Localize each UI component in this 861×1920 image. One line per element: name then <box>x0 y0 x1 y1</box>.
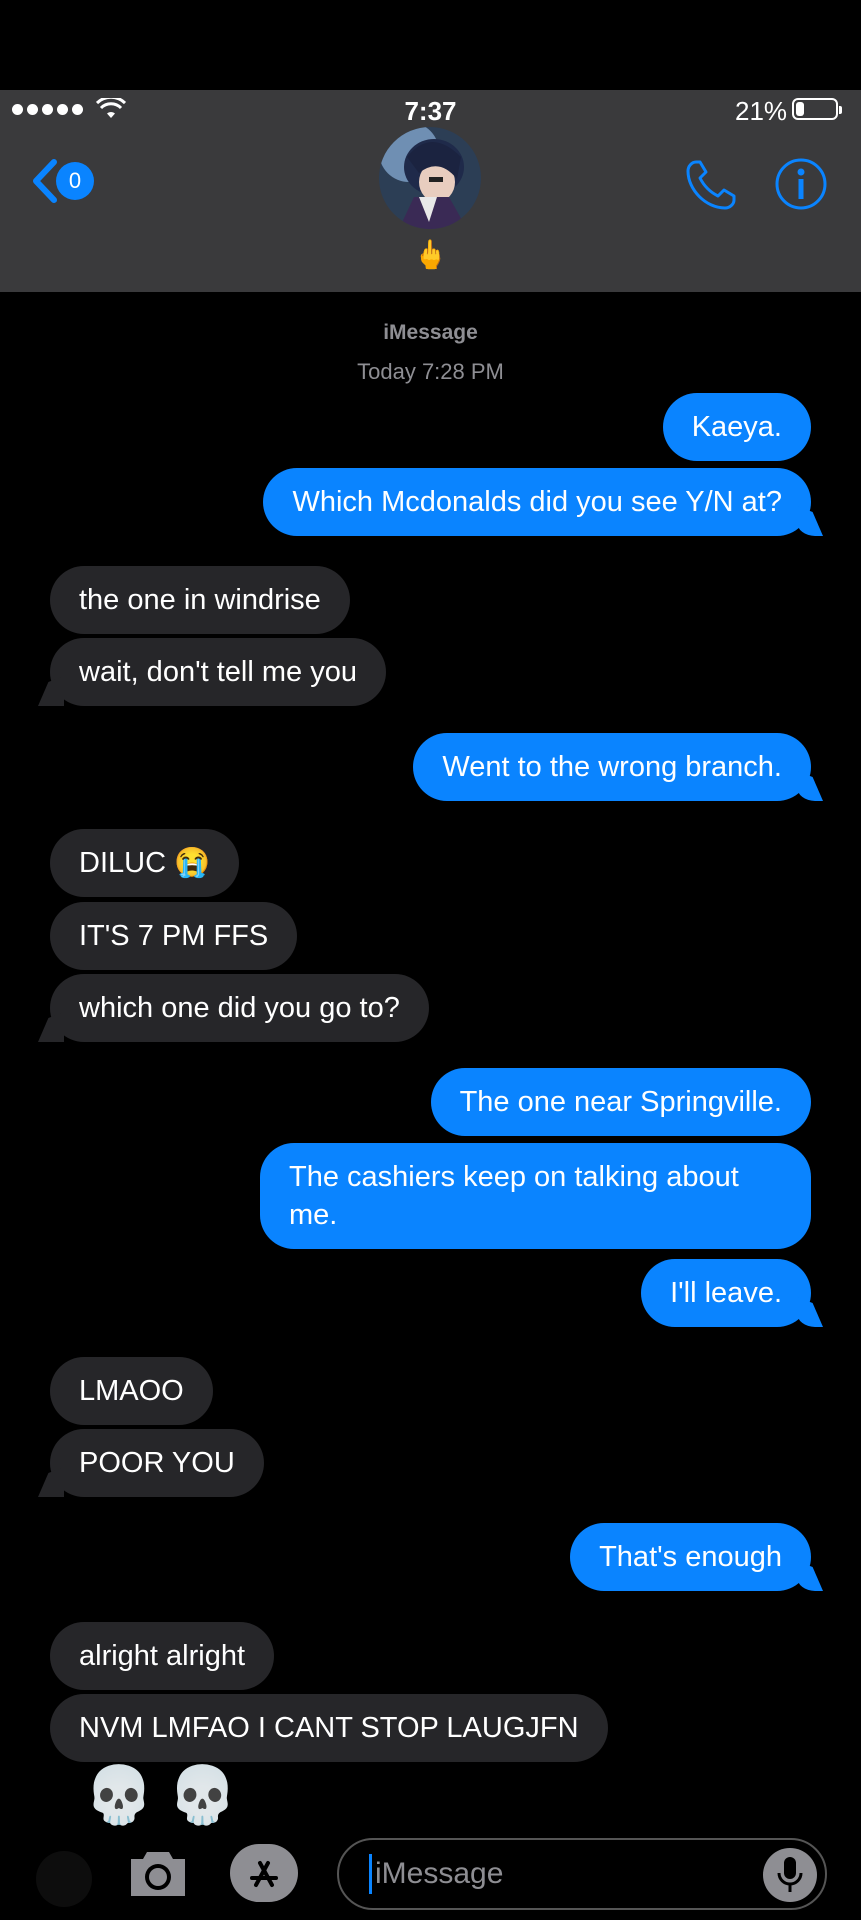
sent-message[interactable]: Went to the wrong branch. <box>413 733 811 801</box>
microphone-button[interactable] <box>763 1848 817 1902</box>
received-message[interactable]: the one in windrise <box>50 566 350 634</box>
apps-drawer-button[interactable] <box>36 1851 92 1907</box>
received-message[interactable]: wait, don't tell me you <box>50 638 386 706</box>
contact-name-emoji: 🖕 <box>413 239 448 270</box>
service-label: iMessage <box>383 321 478 344</box>
unread-count-badge: 0 <box>56 162 94 200</box>
received-message[interactable]: which one did you go to? <box>50 974 429 1042</box>
battery-icon <box>792 98 842 120</box>
sent-message[interactable]: I'll leave. <box>641 1259 811 1327</box>
message-input-container[interactable] <box>337 1838 827 1910</box>
back-button[interactable]: 0 <box>28 158 94 204</box>
sent-message[interactable]: That's enough <box>570 1523 811 1591</box>
camera-icon[interactable] <box>127 1846 189 1900</box>
emoji-message[interactable]: 💀💀 <box>84 1762 251 1828</box>
phone-icon[interactable] <box>684 158 738 212</box>
received-message[interactable]: NVM LMFAO I CANT STOP LAUGJFN <box>50 1694 608 1762</box>
sent-message[interactable]: The one near Springville. <box>430 1068 811 1136</box>
sent-message[interactable]: Kaeya. <box>662 393 811 461</box>
received-message[interactable]: IT'S 7 PM FFS <box>50 902 298 970</box>
sent-message[interactable]: Which Mcdonalds did you see Y/N at? <box>263 468 811 536</box>
received-message[interactable]: alright alright <box>50 1622 275 1690</box>
app-store-icon <box>250 1861 278 1887</box>
microphone-icon <box>777 1857 803 1892</box>
message-input[interactable] <box>373 1856 757 1892</box>
status-time: 7:37 <box>404 96 457 126</box>
received-message[interactable]: DILUC 😭 <box>50 829 240 897</box>
info-icon[interactable] <box>774 157 828 211</box>
received-message[interactable]: POOR YOU <box>50 1429 264 1497</box>
thread-timestamp: Today 7:28 PM <box>357 359 504 384</box>
received-message[interactable]: LMAOO <box>50 1357 213 1425</box>
text-caret <box>369 1854 372 1894</box>
sent-message[interactable]: The cashiers keep on talking about me. <box>260 1143 811 1249</box>
battery-percentage: 21% <box>735 96 788 126</box>
app-store-button[interactable] <box>230 1844 298 1902</box>
contact-avatar[interactable] <box>379 127 481 229</box>
